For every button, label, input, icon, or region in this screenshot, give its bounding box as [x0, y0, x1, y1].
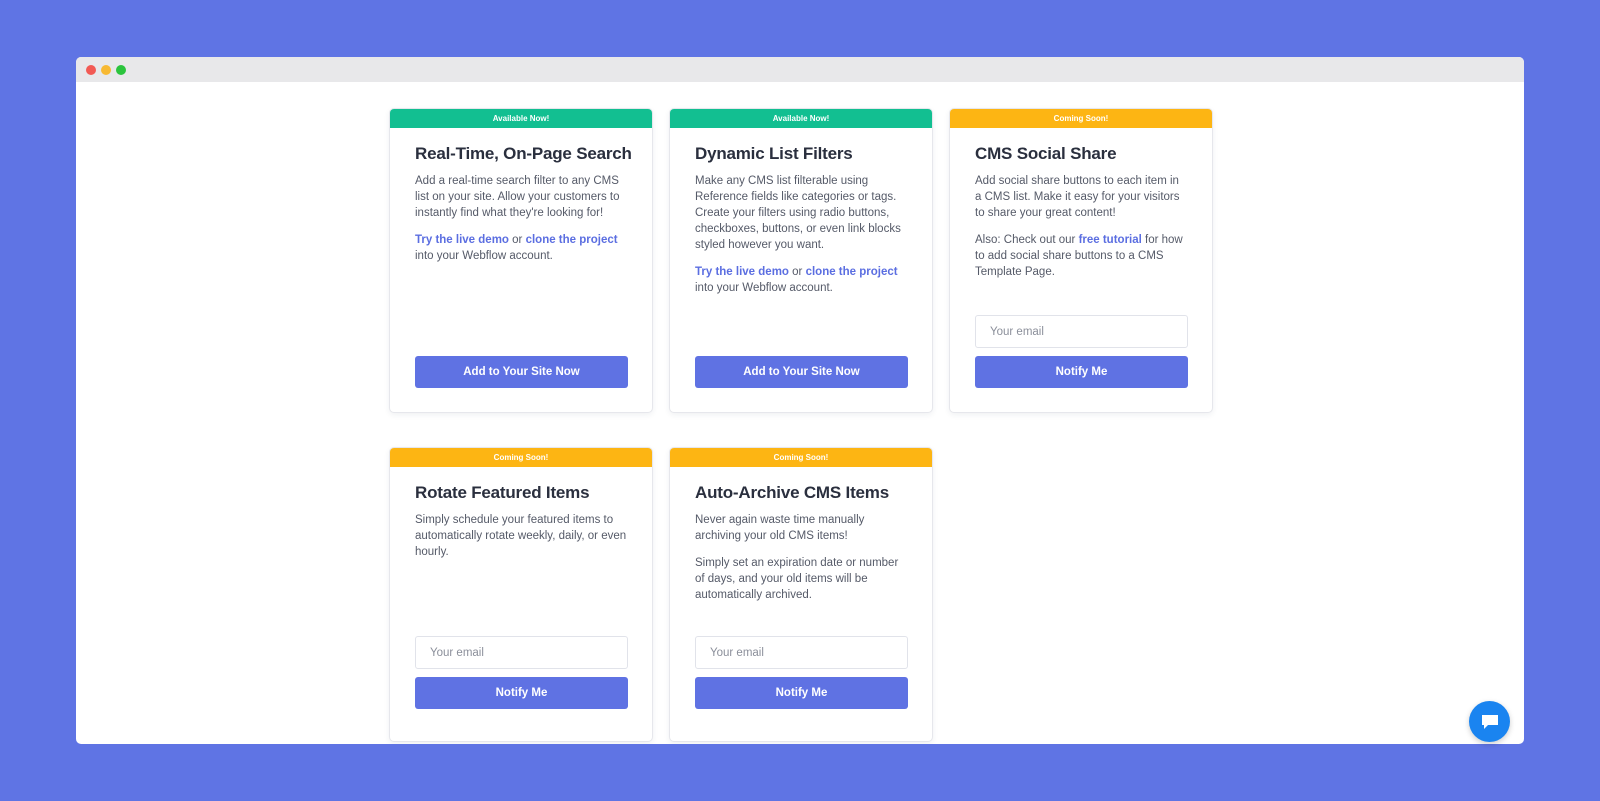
card-title: Real-Time, On-Page Search	[415, 144, 632, 163]
card-realtime-search: Available Now! Real-Time, On-Page Search…	[389, 108, 653, 413]
notify-me-button[interactable]: Notify Me	[415, 677, 628, 709]
live-demo-link[interactable]: Try the live demo	[695, 266, 789, 278]
status-ribbon: Available Now!	[670, 109, 932, 128]
card-title: Dynamic List Filters	[695, 144, 853, 163]
status-ribbon: Coming Soon!	[670, 448, 932, 467]
clone-project-link[interactable]: clone the project	[526, 234, 618, 246]
description-text: Make any CMS list filterable using Refer…	[695, 175, 901, 251]
status-ribbon: Available Now!	[390, 109, 652, 128]
chat-bubble-icon	[1481, 714, 1498, 729]
card-dynamic-list-filters: Available Now! Dynamic List Filters Make…	[669, 108, 933, 413]
add-to-site-button[interactable]: Add to Your Site Now	[695, 356, 908, 388]
status-ribbon: Coming Soon!	[950, 109, 1212, 128]
card-cms-social-share: Coming Soon! CMS Social Share Add social…	[949, 108, 1213, 413]
email-input[interactable]	[975, 315, 1188, 348]
close-window-dot[interactable]	[86, 65, 96, 75]
card-title: Rotate Featured Items	[415, 483, 590, 502]
suffix-text: into your Webflow account.	[415, 250, 553, 262]
card-description: Add a real-time search filter to any CMS…	[415, 173, 628, 264]
description-text: Add a real-time search filter to any CMS…	[415, 175, 620, 219]
links-paragraph: Try the live demo or clone the project i…	[415, 232, 628, 264]
card-title: CMS Social Share	[975, 144, 1117, 163]
window-titlebar	[76, 57, 1524, 82]
description-text: Add social share buttons to each item in…	[975, 175, 1180, 219]
free-tutorial-link[interactable]: free tutorial	[1079, 234, 1142, 246]
card-description: Never again waste time manually archivin…	[695, 512, 908, 603]
separator-text: or	[788, 266, 806, 278]
add-to-site-button[interactable]: Add to Your Site Now	[415, 356, 628, 388]
status-ribbon: Coming Soon!	[390, 448, 652, 467]
notify-me-button[interactable]: Notify Me	[975, 356, 1188, 388]
tutorial-paragraph: Also: Check out our free tutorial for ho…	[975, 232, 1188, 280]
description-text: Simply schedule your featured items to a…	[415, 514, 627, 558]
description-text: Never again waste time manually archivin…	[695, 514, 865, 542]
card-auto-archive-cms-items: Coming Soon! Auto-Archive CMS Items Neve…	[669, 447, 933, 742]
maximize-window-dot[interactable]	[116, 65, 126, 75]
browser-window: Available Now! Real-Time, On-Page Search…	[76, 57, 1524, 744]
card-description: Add social share buttons to each item in…	[975, 173, 1188, 280]
card-rotate-featured-items: Coming Soon! Rotate Featured Items Simpl…	[389, 447, 653, 742]
live-demo-link[interactable]: Try the live demo	[415, 234, 509, 246]
email-input[interactable]	[415, 636, 628, 669]
prefix-text: Also: Check out our	[975, 234, 1079, 246]
suffix-text: into your Webflow account.	[695, 282, 833, 294]
card-title: Auto-Archive CMS Items	[695, 483, 889, 502]
card-description: Simply schedule your featured items to a…	[415, 512, 628, 560]
links-paragraph: Try the live demo or clone the project i…	[695, 264, 908, 296]
notify-me-button[interactable]: Notify Me	[695, 677, 908, 709]
chat-widget-button[interactable]	[1469, 701, 1510, 742]
separator-text: or	[508, 234, 526, 246]
clone-project-link[interactable]: clone the project	[806, 266, 898, 278]
email-input[interactable]	[695, 636, 908, 669]
card-description: Make any CMS list filterable using Refer…	[695, 173, 908, 296]
minimize-window-dot[interactable]	[101, 65, 111, 75]
description-text-2: Simply set an expiration date or number …	[695, 557, 899, 601]
